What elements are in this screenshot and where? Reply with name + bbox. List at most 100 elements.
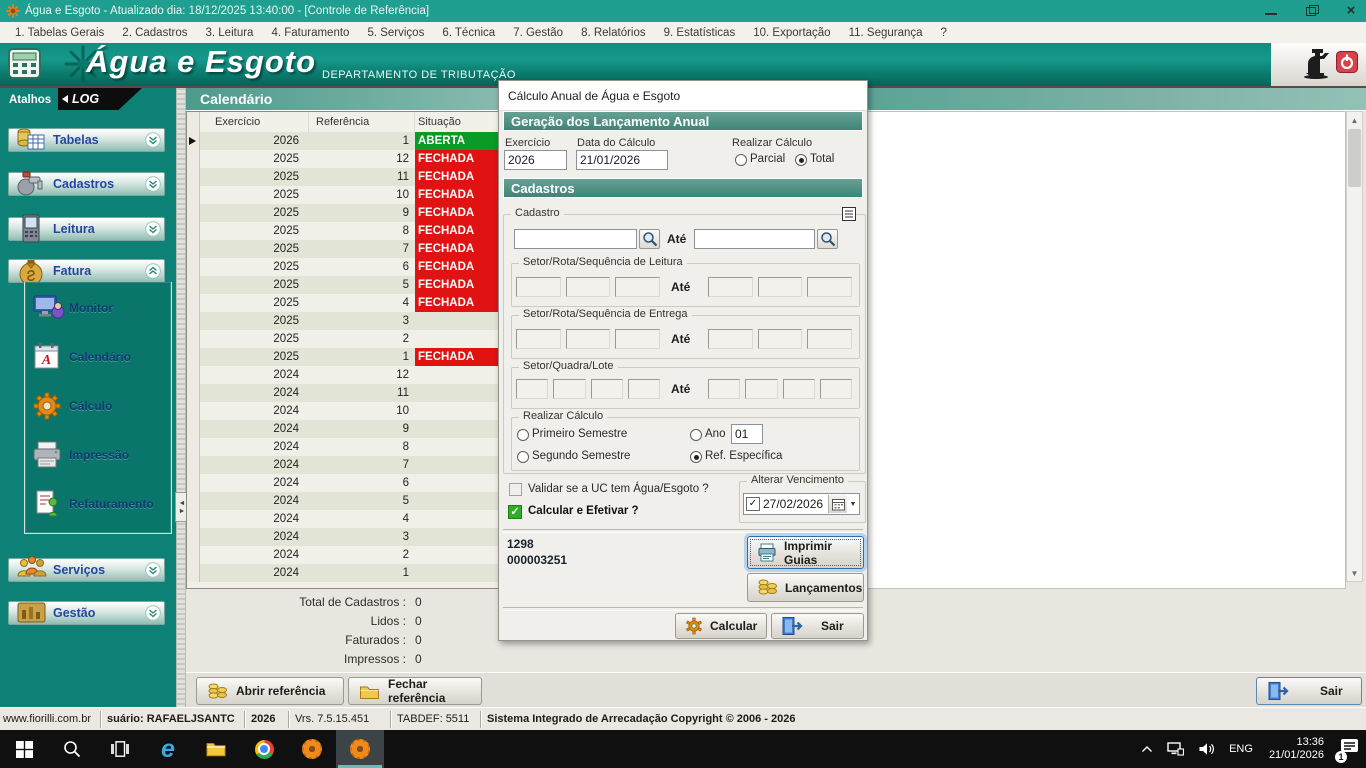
sidebar-group-gesto[interactable]: Gestão (8, 601, 165, 625)
close-reference-button[interactable]: Fechar referência (348, 677, 482, 705)
chrome-icon[interactable] (240, 730, 288, 768)
imprimir-guias-button[interactable]: Imprimir Guias (747, 536, 864, 569)
fiorilli-app-icon[interactable] (288, 730, 336, 768)
vencimento-dropdown-arrow[interactable]: ▼ (847, 495, 859, 513)
sidebar-group-leitura[interactable]: Leitura (8, 217, 165, 241)
sidebar-item-monitor[interactable]: Monitor (29, 290, 165, 326)
chevron-up-icon[interactable] (145, 263, 161, 284)
ano-radio[interactable] (690, 429, 702, 441)
chevron-down-icon[interactable] (145, 605, 161, 626)
sidebar-item-impresso[interactable]: Impressão (29, 437, 165, 473)
cadastro-to-input[interactable] (694, 229, 815, 249)
range-box-input[interactable] (566, 329, 611, 349)
tray-chevron-icon[interactable] (1134, 730, 1160, 768)
sidebar-group-tabelas[interactable]: Tabelas (8, 128, 165, 152)
speaker-icon[interactable] (1191, 730, 1222, 768)
clock[interactable]: 13:3621/01/2026 (1260, 736, 1333, 762)
edge-browser-icon[interactable]: e (144, 730, 192, 768)
calcular-efetivar-checkbox[interactable]: ✓ (508, 505, 522, 519)
minimize-button[interactable] (1264, 4, 1278, 18)
menu-item[interactable]: 8. Relatórios (572, 25, 655, 41)
menu-item[interactable]: 3. Leitura (197, 25, 263, 41)
range-box-input[interactable] (758, 329, 803, 349)
column-header[interactable]: Situação (415, 112, 505, 132)
column-header[interactable]: Exercício (200, 112, 309, 132)
range-box-input[interactable] (553, 379, 585, 399)
data-calculo-input[interactable]: 21/01/2026 (576, 150, 668, 170)
sidebar-group-servios[interactable]: Serviços (8, 558, 165, 582)
ano-input[interactable]: 01 (731, 424, 763, 444)
fiorilli-app-icon-active[interactable] (336, 730, 384, 768)
exit-button[interactable]: Sair (1256, 677, 1362, 705)
network-icon[interactable] (1160, 730, 1191, 768)
vencimento-date[interactable]: 27/02/2026 (763, 497, 828, 511)
range-box-input[interactable] (783, 379, 815, 399)
lancamentos-button[interactable]: Lançamentos (747, 573, 864, 602)
menu-item[interactable]: 11. Segurança (840, 25, 932, 41)
range-box-input[interactable] (708, 277, 753, 297)
taskbar-search-icon[interactable] (48, 730, 96, 768)
chevron-down-icon[interactable] (145, 176, 161, 197)
range-box-input[interactable] (820, 379, 852, 399)
sidebar-group-cadastros[interactable]: Cadastros (8, 172, 165, 196)
vertical-scrollbar[interactable]: ▲ ▼ (1346, 111, 1363, 582)
cadastro-from-input[interactable] (514, 229, 637, 249)
file-explorer-icon[interactable] (192, 730, 240, 768)
range-box-input[interactable] (807, 329, 852, 349)
menu-item[interactable]: 2. Cadastros (113, 25, 196, 41)
segundo-semestre-radio[interactable] (517, 451, 529, 463)
chevron-down-icon[interactable] (145, 562, 161, 583)
dialog-sair-button[interactable]: Sair (771, 613, 864, 639)
notification-center-icon[interactable]: 1 (1333, 730, 1366, 768)
menu-item[interactable]: 9. Estatísticas (655, 25, 745, 41)
range-box-input[interactable] (516, 277, 561, 297)
calcular-button[interactable]: Calcular (675, 613, 767, 639)
task-view-icon[interactable] (96, 730, 144, 768)
scrollbar-thumb[interactable] (1348, 129, 1361, 187)
language-indicator[interactable]: ENG (1222, 730, 1260, 768)
menu-item[interactable]: 1. Tabelas Gerais (6, 25, 113, 41)
menu-item[interactable]: 4. Faturamento (262, 25, 358, 41)
range-box-input[interactable] (758, 277, 803, 297)
list-options-icon[interactable] (842, 207, 856, 226)
menu-item[interactable]: 7. Gestão (504, 25, 572, 41)
sidebar-item-refaturamento[interactable]: Refaturamento (29, 486, 165, 522)
chevron-down-icon[interactable] (145, 221, 161, 242)
menu-item[interactable]: 5. Serviços (358, 25, 433, 41)
range-box-input[interactable] (807, 277, 852, 297)
ref-especifica-radio[interactable] (690, 451, 702, 463)
power-button[interactable] (1336, 51, 1358, 78)
start-button[interactable] (0, 730, 48, 768)
range-box-input[interactable] (615, 277, 660, 297)
sidebar-group-fatura[interactable]: Fatura (8, 259, 165, 283)
primeiro-semestre-radio[interactable] (517, 429, 529, 441)
sidebar-item-calendrio[interactable]: ACalendário (29, 339, 165, 375)
menu-item[interactable]: ? (932, 25, 956, 41)
range-box-input[interactable] (591, 379, 623, 399)
total-radio[interactable] (795, 154, 807, 166)
parcial-radio[interactable] (735, 154, 747, 166)
calculator-icon[interactable] (8, 48, 42, 85)
sidebar-splitter[interactable] (176, 88, 186, 707)
chevron-down-icon[interactable] (145, 132, 161, 153)
search-cadastro-to-button[interactable] (817, 229, 838, 249)
range-box-input[interactable] (708, 329, 753, 349)
restore-button[interactable] (1304, 4, 1318, 18)
range-box-input[interactable] (628, 379, 660, 399)
close-button[interactable]: × (1344, 4, 1358, 18)
log-tab[interactable]: LOG (58, 88, 142, 110)
scroll-up-button[interactable]: ▲ (1347, 112, 1362, 128)
range-box-input[interactable] (745, 379, 777, 399)
scroll-down-button[interactable]: ▼ (1347, 565, 1362, 581)
exercicio-input[interactable]: 2026 (504, 150, 567, 170)
range-box-input[interactable] (516, 329, 561, 349)
vencimento-field[interactable]: ✓ 27/02/2026 ▼ (743, 493, 860, 515)
menu-item[interactable]: 10. Exportação (744, 25, 839, 41)
menu-item[interactable]: 6. Técnica (433, 25, 504, 41)
range-box-input[interactable] (566, 277, 611, 297)
range-box-input[interactable] (615, 329, 660, 349)
open-reference-button[interactable]: Abrir referência (196, 677, 344, 705)
sidebar-item-clculo[interactable]: Cálculo (29, 388, 165, 424)
range-box-input[interactable] (708, 379, 740, 399)
range-box-input[interactable] (516, 379, 548, 399)
